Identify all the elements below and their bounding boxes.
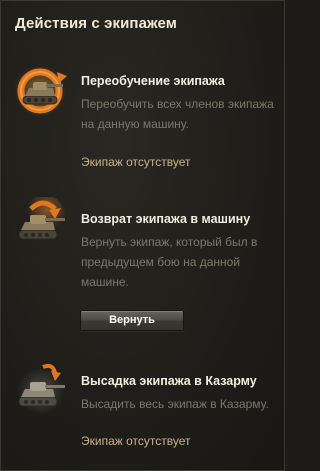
action-title: Переобучение экипажа [81,74,225,88]
action-description: Вернуть экипаж, который был в предыдущем… [81,235,258,289]
tank-return-crew-icon [18,197,65,240]
crew-actions-panel: Действия с экипажем Переобучение экипажа… [0,0,285,471]
crew-status-text: Экипаж отсутствует [81,155,191,169]
return-crew-button[interactable]: Вернуть [80,310,184,331]
tank-retrain-icon [14,65,67,117]
tank-barracks-icon [17,363,65,415]
action-title: Высадка экипажа в Казарму [81,374,257,388]
action-title: Возврат экипажа в машину [81,212,251,226]
action-description: Переобучить всех членов экипажа на данну… [81,97,274,131]
panel-title: Действия с экипажем [15,15,177,32]
action-description: Высадить весь экипаж в Казарму. [81,397,269,411]
crew-status-text: Экипаж отсутствует [81,434,191,448]
